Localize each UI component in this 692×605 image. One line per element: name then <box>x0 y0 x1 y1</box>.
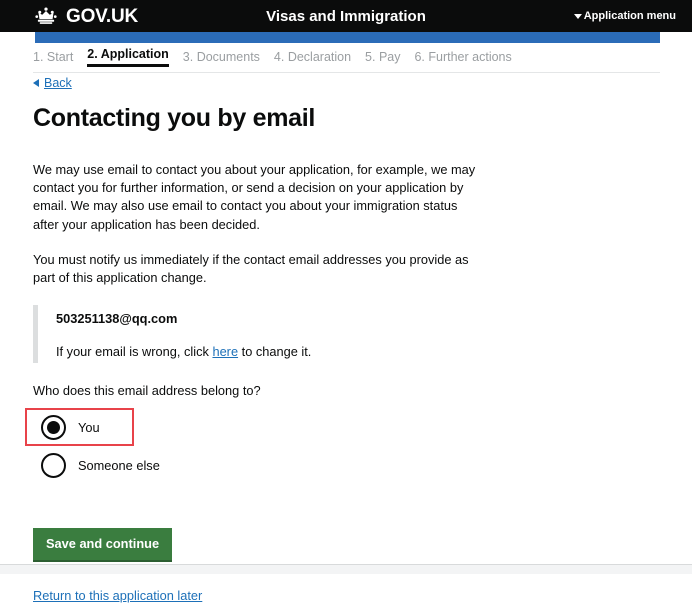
gov-uk-brand[interactable]: GOV.UK <box>33 6 138 26</box>
caret-left-icon <box>33 79 39 87</box>
phase-nav-item-start[interactable]: 1. Start <box>33 50 73 67</box>
gov-uk-header: GOV.UK Visas and Immigration Application… <box>0 0 692 32</box>
radio-indicator-you[interactable] <box>41 414 66 440</box>
phase-nav-item-documents[interactable]: 3. Documents <box>183 50 260 67</box>
page-title: Contacting you by email <box>33 104 316 132</box>
progress-bar <box>35 32 660 43</box>
intro-paragraph-1: We may use email to contact you about yo… <box>33 162 476 232</box>
radio-label-you: You <box>78 419 100 435</box>
radio-indicator-someone-else[interactable] <box>41 452 66 478</box>
radio-dot-icon <box>47 420 60 434</box>
return-to-application-later-link[interactable]: Return to this application later <box>33 588 202 603</box>
phase-nav-item-further-actions[interactable]: 6. Further actions <box>414 50 511 67</box>
email-inset-block: 503251138@qq.com If your email is wrong,… <box>33 305 663 364</box>
phase-nav-item-pay[interactable]: 5. Pay <box>365 50 400 67</box>
change-email-link[interactable]: here <box>212 344 238 359</box>
email-hint-text-before: If your email is wrong, click <box>56 344 213 360</box>
footer-band <box>0 565 692 574</box>
application-menu-label: Application menu <box>583 10 676 22</box>
phase-nav-item-application[interactable]: 2. Application <box>87 47 169 67</box>
save-and-continue-button[interactable]: Save and continue <box>33 528 173 563</box>
radio-option-you[interactable]: You <box>25 408 134 447</box>
email-owner-radio-group: You Someone else <box>25 408 663 484</box>
email-change-hint: If your email is wrong, click here to ch… <box>56 344 663 359</box>
back-link[interactable]: Back <box>33 76 72 90</box>
crown-icon <box>35 7 57 24</box>
email-address-value: 503251138@qq.com <box>56 311 178 327</box>
application-menu-button[interactable]: Application menu <box>573 10 676 22</box>
main-content: Back Contacting you by email We may use … <box>25 74 663 605</box>
email-hint-text-after: to change it. <box>238 344 312 360</box>
phase-navigation: 1. Start 2. Application 3. Documents 4. … <box>33 47 660 73</box>
radio-option-someone-else[interactable]: Someone else <box>33 446 663 484</box>
intro-paragraph-2: You must notify us immediately if the co… <box>33 251 469 286</box>
chevron-down-icon <box>573 13 582 19</box>
back-link-label: Back <box>44 76 72 90</box>
gov-uk-brand-label: GOV.UK <box>66 5 139 27</box>
radio-group-question: Who does this email address belong to? <box>33 383 261 399</box>
radio-label-someone-else: Someone else <box>78 457 160 473</box>
phase-nav-item-declaration[interactable]: 4. Declaration <box>274 50 351 67</box>
